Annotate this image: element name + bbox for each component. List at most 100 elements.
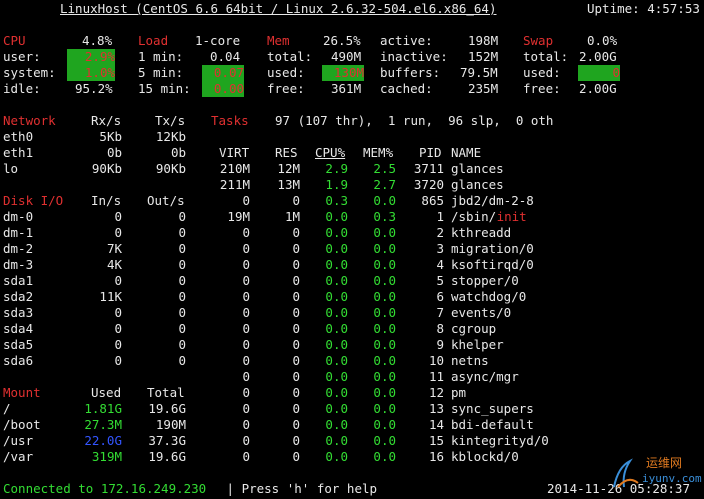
proc-mem: 0.0: [373, 369, 396, 384]
proc-virt: 0: [242, 193, 250, 208]
watermark-sub: iyunv.com: [642, 472, 702, 485]
disk-label: Disk I/O: [3, 193, 64, 208]
proc-mem: 2.5: [373, 161, 396, 176]
load-1min-value: 0.04: [210, 49, 241, 64]
proc-res: 0: [292, 417, 300, 432]
proc-res: 0: [292, 193, 300, 208]
network-iface: lo: [3, 161, 19, 176]
disk-device: dm-0: [3, 209, 34, 224]
mount-path: /boot: [3, 417, 41, 432]
host-title: LinuxHost (CentOS 6.6 64bit / Linux 2.6.…: [60, 1, 497, 16]
network-rx-header: Rx/s: [91, 113, 122, 128]
proc-cpu: 2.9: [325, 161, 348, 176]
disk-out: 0: [178, 289, 186, 304]
proc-cpu: 0.0: [325, 257, 348, 272]
cpu-pct: 4.8%: [82, 33, 113, 48]
disk-in: 0: [114, 305, 122, 320]
disk-out: 0: [178, 337, 186, 352]
col-res: RES: [275, 145, 298, 160]
proc-name: migration/0: [451, 241, 534, 256]
disk-device: sda6: [3, 353, 34, 368]
disk-out: 0: [178, 257, 186, 272]
proc-res: 12M: [277, 161, 300, 176]
swap-pct: 0.0%: [587, 33, 618, 48]
col-cpu[interactable]: CPU%: [315, 145, 345, 161]
network-iface: eth0: [3, 129, 34, 144]
proc-mem: 0.0: [373, 321, 396, 336]
proc-name: glances: [451, 177, 504, 192]
proc-res: 0: [292, 369, 300, 384]
proc-cpu: 0.3: [325, 193, 348, 208]
col-name: NAME: [451, 145, 482, 160]
proc-res: 0: [292, 257, 300, 272]
proc-virt: 210M: [219, 161, 250, 176]
connected-status: Connected to 172.16.249.230: [3, 481, 207, 496]
proc-name: netns: [451, 353, 489, 368]
mem-inactive-label: inactive:: [380, 49, 448, 64]
network-label: Network: [3, 113, 56, 128]
proc-name: stopper/0: [451, 273, 519, 288]
proc-mem: 0.0: [373, 289, 396, 304]
cpu-user-value: 2.9%: [67, 49, 115, 65]
proc-pid: 15: [428, 433, 444, 448]
network-rx: 90Kb: [91, 161, 122, 176]
mem-active-value: 198M: [468, 33, 499, 48]
disk-in-header: In/s: [91, 193, 122, 208]
proc-cpu: 0.0: [325, 417, 348, 432]
proc-res: 13M: [277, 177, 300, 192]
load-15min-label: 15 min:: [138, 81, 191, 96]
disk-out: 0: [178, 241, 186, 256]
mount-total: 37.3G: [148, 433, 186, 448]
proc-cpu: 0.0: [325, 209, 348, 224]
proc-name: watchdog/0: [451, 289, 527, 304]
disk-out-header: Out/s: [147, 193, 185, 208]
proc-pid: 16: [428, 449, 444, 464]
disk-out: 0: [178, 321, 186, 336]
proc-mem: 2.7: [373, 177, 396, 192]
load-5min-value: 0.07: [202, 65, 244, 81]
load-label: Load: [138, 33, 169, 48]
disk-device: sda3: [3, 305, 34, 320]
disk-in: 0: [114, 337, 122, 352]
disk-device: dm-2: [3, 241, 34, 256]
watermark-logo: 运维网 iyunv.com: [608, 453, 702, 493]
mount-used-header: Used: [91, 385, 122, 400]
mem-used-value: 130M: [322, 65, 364, 81]
disk-out: 0: [178, 225, 186, 240]
proc-mem: 0.0: [373, 257, 396, 272]
mount-used: 319M: [91, 449, 122, 464]
cpu-idle-label: idle:: [3, 81, 41, 96]
disk-device: sda2: [3, 289, 34, 304]
proc-name: cgroup: [451, 321, 497, 336]
proc-virt: 0: [242, 449, 250, 464]
proc-pid: 4: [436, 257, 444, 272]
mount-path: /: [3, 401, 11, 416]
proc-name: kblockd/0: [451, 449, 519, 464]
mem-pct: 26.5%: [323, 33, 361, 48]
proc-virt: 19M: [227, 209, 250, 224]
mount-used: 27.3M: [84, 417, 122, 432]
proc-mem: 0.3: [373, 209, 396, 224]
proc-virt: 0: [242, 257, 250, 272]
proc-res: 0: [292, 353, 300, 368]
swap-total-value: 2.00G: [579, 49, 617, 64]
proc-cpu: 0.0: [325, 337, 348, 352]
swap-used-label: used:: [523, 65, 561, 80]
proc-pid: 3720: [413, 177, 444, 192]
mem-buffers-label: buffers:: [380, 65, 441, 80]
proc-pid: 14: [428, 417, 444, 432]
cpu-idle-value: 95.2%: [75, 81, 113, 96]
proc-cpu: 0.0: [325, 305, 348, 320]
disk-in: 4K: [106, 257, 122, 272]
disk-device: sda5: [3, 337, 34, 352]
network-tx: 90Kb: [155, 161, 186, 176]
swap-free-label: free:: [523, 81, 561, 96]
proc-pid: 3: [436, 241, 444, 256]
mem-cached-value: 235M: [468, 81, 499, 96]
proc-pid: 7: [436, 305, 444, 320]
proc-mem: 0.0: [373, 273, 396, 288]
proc-mem: 0.0: [373, 337, 396, 352]
proc-res: 0: [292, 289, 300, 304]
proc-mem: 0.0: [373, 401, 396, 416]
proc-mem: 0.0: [373, 305, 396, 320]
